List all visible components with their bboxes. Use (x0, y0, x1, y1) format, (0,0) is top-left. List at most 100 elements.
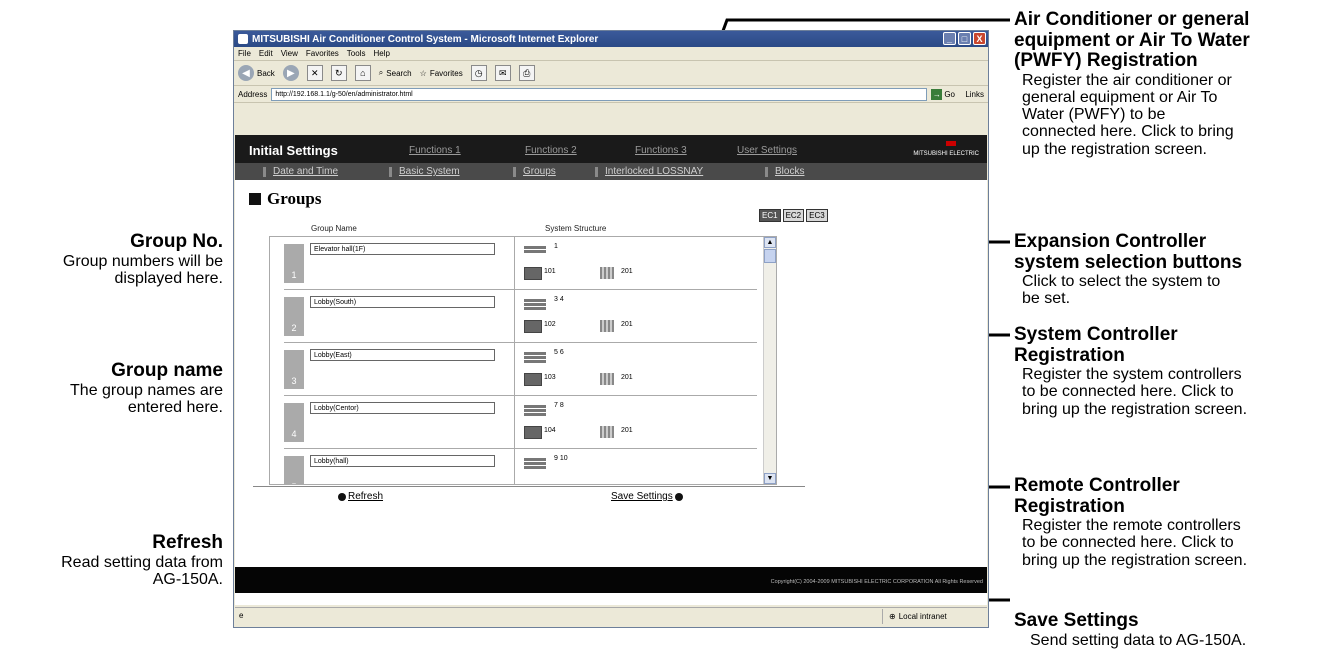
remote-controller-icon[interactable] (524, 373, 542, 386)
top-nav: Initial Settings Functions 1 Functions 2… (235, 135, 987, 163)
bullet-icon (674, 492, 683, 501)
maximize-button[interactable]: □ (958, 32, 971, 45)
minimize-button[interactable]: _ (943, 32, 956, 45)
ec-selector: EC1 EC2 EC3 (759, 209, 828, 222)
annotation-title: Air Conditioner or general (1014, 9, 1250, 30)
ac-addresses[interactable]: 9 10 (554, 455, 568, 462)
ac-addresses[interactable]: 3 4 (554, 296, 564, 303)
back-button[interactable]: ◀ Back (238, 65, 275, 81)
remote-controller-icon[interactable] (524, 426, 542, 439)
ac-addresses[interactable]: 5 6 (554, 349, 564, 356)
page-footer: Copyright(C) 2004-2009 MITSUBISHI ELECTR… (235, 567, 987, 593)
column-divider (514, 396, 515, 448)
rc-address[interactable]: 101 (544, 268, 556, 275)
air-conditioner-icon[interactable] (524, 246, 546, 258)
ec1-button[interactable]: EC1 (759, 209, 781, 222)
group-name-input[interactable]: Elevator hall(1F) (310, 243, 495, 255)
scroll-thumb[interactable] (764, 249, 776, 263)
refresh-button[interactable]: Refresh (338, 491, 383, 502)
column-divider (514, 290, 515, 342)
print-icon[interactable]: ⎙ (518, 65, 535, 81)
air-conditioner-icon[interactable] (524, 299, 546, 311)
system-controller-icon[interactable] (600, 320, 614, 332)
nav-interlocked-lossnay[interactable]: Interlocked LOSSNAY (595, 166, 703, 177)
sc-address[interactable]: 201 (621, 321, 633, 328)
group-name-input[interactable]: Lobby(East) (310, 349, 495, 361)
search-label: Search (386, 68, 412, 78)
air-conditioner-icon[interactable] (524, 352, 546, 364)
menu-edit[interactable]: Edit (259, 49, 273, 58)
annotation-group-name: Group name The group names are entered h… (10, 360, 223, 416)
ec3-button[interactable]: EC3 (806, 209, 828, 222)
page-content: Initial Settings Functions 1 Functions 2… (235, 135, 987, 605)
scroll-down-icon[interactable]: ▼ (764, 473, 776, 484)
annotation-title: Refresh (152, 532, 223, 553)
logo-text: MITSUBISHI ELECTRIC (913, 151, 979, 157)
mail-icon[interactable]: ✉ (494, 65, 511, 81)
annotation-title: (PWFY) Registration (1014, 50, 1198, 72)
remote-controller-icon[interactable] (524, 267, 542, 280)
close-button[interactable]: X (973, 32, 986, 45)
group-name-input[interactable]: Lobby(hall) (310, 455, 495, 467)
ac-addresses[interactable]: 7 8 (554, 402, 564, 409)
nav-groups[interactable]: Groups (513, 166, 556, 177)
diamonds-icon (936, 141, 957, 151)
system-controller-icon[interactable] (600, 426, 614, 438)
air-conditioner-icon[interactable] (524, 458, 546, 470)
links-button[interactable]: Links (965, 90, 988, 99)
refresh-icon[interactable]: ↻ (330, 65, 347, 81)
sc-address[interactable]: 201 (621, 268, 633, 275)
annotation-desc: general equipment or Air To (1022, 88, 1218, 106)
system-controller-icon[interactable] (600, 267, 614, 279)
annotation-ac-registration: Air Conditioner or general equipment or … (1014, 9, 1334, 158)
address-input[interactable]: http://192.168.1.1/g-50/en/administrator… (271, 87, 928, 101)
rc-address[interactable]: 103 (544, 374, 556, 381)
annotation-desc: bring up the registration screen. (1022, 551, 1248, 569)
go-button[interactable]: → Go (931, 88, 961, 100)
annotation-desc: Read setting data from (61, 553, 223, 571)
menu-bar: File Edit View Favorites Tools Help (234, 47, 988, 61)
forward-button[interactable]: ▶ (282, 65, 299, 81)
stop-icon[interactable]: ✕ (306, 65, 323, 81)
menu-view[interactable]: View (281, 49, 298, 58)
page-title-text: Groups (267, 189, 322, 208)
save-settings-button[interactable]: Save Settings (611, 491, 683, 502)
group-name-input[interactable]: Lobby(South) (310, 296, 495, 308)
nav-user-settings[interactable]: User Settings (737, 145, 797, 156)
nav-functions-2[interactable]: Functions 2 (525, 145, 577, 156)
menu-favorites[interactable]: Favorites (306, 49, 339, 58)
home-icon[interactable]: ⌂ (354, 65, 371, 81)
column-header-group-name: Group Name (311, 224, 357, 233)
ac-addresses[interactable]: 1 (554, 243, 558, 250)
vertical-scrollbar[interactable]: ▲ ▼ (763, 237, 776, 484)
favorites-button[interactable]: ☆ Favorites (420, 69, 463, 78)
nav-functions-1[interactable]: Functions 1 (409, 145, 461, 156)
nav-basic-system[interactable]: Basic System (389, 166, 460, 177)
remote-controller-icon[interactable] (524, 320, 542, 333)
sc-address[interactable]: 201 (621, 374, 633, 381)
rc-address[interactable]: 102 (544, 321, 556, 328)
browser-window: MITSUBISHI Air Conditioner Control Syste… (233, 30, 989, 628)
ec2-button[interactable]: EC2 (782, 209, 805, 222)
search-button[interactable]: ⌕ Search (379, 68, 412, 78)
group-number: 2 (284, 297, 304, 336)
annotation-desc: bring up the registration screen. (1022, 400, 1248, 418)
scroll-up-icon[interactable]: ▲ (764, 237, 776, 248)
refresh-label: Refresh (348, 491, 384, 502)
nav-functions-3[interactable]: Functions 3 (635, 145, 687, 156)
air-conditioner-icon[interactable] (524, 405, 546, 417)
annotation-desc: displayed here. (114, 269, 223, 287)
nav-blocks[interactable]: Blocks (765, 166, 804, 177)
group-name-input[interactable]: Lobby(Centor) (310, 402, 495, 414)
history-icon[interactable]: ◷ (470, 65, 487, 81)
rc-address[interactable]: 104 (544, 427, 556, 434)
address-label: Address (238, 89, 268, 99)
sc-address[interactable]: 201 (621, 427, 633, 434)
system-controller-icon[interactable] (600, 373, 614, 385)
menu-help[interactable]: Help (373, 49, 389, 58)
menu-file[interactable]: File (238, 49, 251, 58)
annotation-desc: Register the remote controllers (1022, 517, 1241, 535)
menu-tools[interactable]: Tools (347, 49, 366, 58)
group-number: 4 (284, 403, 304, 442)
nav-date-and-time[interactable]: Date and Time (263, 166, 338, 177)
